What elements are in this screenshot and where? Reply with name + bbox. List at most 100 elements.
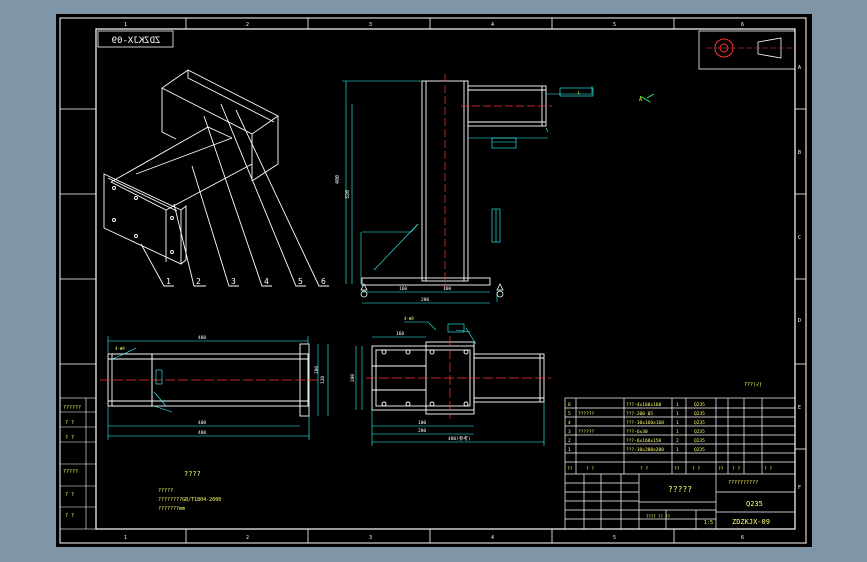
bom-row-no: 1 bbox=[568, 447, 571, 453]
left-strip-table: ?????? ? ? ? ? ????? ? ? ? ? bbox=[59, 397, 97, 530]
part-name: ????? bbox=[668, 485, 692, 494]
bom-row-mat: Q235 bbox=[694, 402, 705, 408]
strip-2: ? ? bbox=[65, 420, 74, 426]
bom-row-no: 3 bbox=[568, 429, 571, 435]
top-dim-2: 100 bbox=[418, 420, 426, 426]
border-letter-right: D bbox=[798, 318, 801, 324]
border-letter-right: E bbox=[798, 405, 801, 411]
border-number-top: 3 bbox=[369, 22, 372, 28]
side-dim-left: 320 bbox=[345, 190, 351, 199]
border-number-top: 6 bbox=[741, 22, 744, 28]
projection-symbol bbox=[698, 30, 796, 70]
bom-row-no: 5 bbox=[568, 411, 571, 417]
bom-row-spec: ???-6x30 bbox=[626, 429, 648, 435]
bom-row-name: ?????? bbox=[578, 411, 595, 417]
bom-row-qty: 1 bbox=[676, 447, 679, 453]
part-balloon: 4 bbox=[264, 277, 269, 286]
bom-header-cell: ?? bbox=[567, 466, 573, 472]
bom-header: ?? ? ? ? ??? ? ??? ? ? ? ? bbox=[567, 466, 772, 472]
bom-row-spec: ???-4x160x160 bbox=[626, 402, 662, 408]
svg-text:⊥: ⊥ bbox=[577, 90, 580, 96]
bom-row-spec: ???-6x160x150 bbox=[626, 438, 662, 444]
company: ?????????? bbox=[728, 480, 758, 486]
side-dim-bot1: 160 bbox=[399, 286, 407, 292]
border-number-bottom: 6 bbox=[741, 535, 744, 541]
top-hole-note: 4-Φ9 bbox=[404, 316, 414, 321]
border-number-bottom: 2 bbox=[246, 535, 249, 541]
front-weld-note: 4-Φ9 bbox=[115, 346, 125, 351]
border-number-bottom: 4 bbox=[491, 535, 494, 541]
part-balloon: 2 bbox=[196, 277, 201, 286]
top-dim-left: 200 bbox=[350, 374, 356, 382]
border-number-bottom: 3 bbox=[369, 535, 372, 541]
notes-line-2: ????????GB/T1804-2000 bbox=[158, 497, 221, 503]
border-number-bottom: 5 bbox=[613, 535, 616, 541]
top-view: 160 100 280 480(参考) 200 4-Φ9 bbox=[350, 316, 551, 446]
roughness-note: ???(√) bbox=[744, 382, 762, 388]
part-balloon: 6 bbox=[321, 277, 326, 286]
bom-row-qty: 1 bbox=[676, 429, 679, 435]
front-view: 480 400 480 120 200 4-Φ9 bbox=[100, 335, 329, 440]
bom-header-cell: ? ? bbox=[640, 466, 648, 472]
front-dim-inner: 400 bbox=[198, 420, 206, 426]
top-dim-1: 160 bbox=[396, 331, 404, 337]
side-view: A ⊥ 400 320 160 100 280 bbox=[335, 74, 655, 304]
top-dim-overall: 480(参考) bbox=[448, 435, 471, 442]
strip-5: ? ? bbox=[65, 492, 74, 498]
border-letter-right: F bbox=[798, 485, 801, 491]
side-dim-height: 400 bbox=[335, 175, 341, 184]
iso-balloons: 1 2 3 4 5 6 bbox=[166, 277, 326, 286]
isometric-view bbox=[103, 69, 329, 287]
part-balloon: 5 bbox=[298, 277, 303, 286]
bom-header-cell: ?? bbox=[674, 466, 680, 472]
bom-row-qty: 1 bbox=[676, 411, 679, 417]
border-letter-right: A bbox=[798, 65, 801, 71]
sheet-info: ???? ?? ?? bbox=[646, 514, 671, 519]
bom-row-mat: Q235 bbox=[694, 420, 705, 426]
border-number-top: 2 bbox=[246, 22, 249, 28]
notes-line-3: ???????mm bbox=[158, 506, 185, 512]
bom-header-cell: ? ? bbox=[764, 466, 772, 472]
drawing-number: ZDZKJX-09 bbox=[732, 518, 770, 526]
border-number-top: 5 bbox=[613, 22, 616, 28]
side-dim-bot2: 100 bbox=[443, 286, 451, 292]
bom-header-cell: ? ? bbox=[586, 466, 594, 472]
bom-row-no: 2 bbox=[568, 438, 571, 444]
notes-line-1: ????? bbox=[158, 488, 173, 494]
drawing-sheet: 123456 123456 ABCDEF ZDZKJX-09 1 2 3 4 5… bbox=[56, 14, 812, 547]
bom-row-qty: 2 bbox=[676, 438, 679, 444]
part-balloon: 3 bbox=[231, 277, 236, 286]
strip-4: ????? bbox=[63, 469, 78, 475]
bom-row-mat: Q235 bbox=[694, 429, 705, 435]
tech-notes: ???? ????? ????????GB/T1804-2000 ???????… bbox=[158, 470, 221, 512]
bom-row-qty: 1 bbox=[676, 402, 679, 408]
front-dim-top: 480 bbox=[198, 335, 206, 341]
border-letter-right: B bbox=[798, 150, 801, 156]
material: Q235 bbox=[746, 500, 763, 508]
bom-header-cell: ? ? bbox=[692, 466, 700, 472]
bom-row-spec: ???-200 05 bbox=[626, 411, 653, 417]
strip-3: ? ? bbox=[65, 435, 74, 441]
outer-frame bbox=[59, 17, 807, 544]
border-number-top: 4 bbox=[491, 22, 494, 28]
border-number-top: 1 bbox=[124, 22, 127, 28]
top-dim-3: 280 bbox=[418, 428, 426, 434]
bom-header-cell: ?? bbox=[718, 466, 724, 472]
bom-row-qty: 1 bbox=[676, 420, 679, 426]
strip-6: ? ? bbox=[65, 513, 74, 519]
bom-row-no: 4 bbox=[568, 420, 571, 426]
bom-row-mat: Q235 bbox=[694, 438, 705, 444]
bom-rows: 6 ???-4x160x160 1 Q235 5?????? ???-200 05 1 Q23… bbox=[568, 402, 705, 453]
front-dim-overall: 480 bbox=[198, 430, 206, 436]
strip-1: ?????? bbox=[63, 405, 81, 411]
bom-row-no: 6 bbox=[568, 402, 571, 408]
bom-row-spec: ???-10x200x200 bbox=[626, 447, 664, 453]
bom-row-mat: Q235 bbox=[694, 411, 705, 417]
svg-text:A: A bbox=[639, 97, 642, 103]
title-block: 6 ???-4x160x160 1 Q235 5?????? ???-200 05 1 Q23… bbox=[564, 397, 796, 530]
border-ticks bbox=[60, 18, 806, 543]
border-number-bottom: 1 bbox=[124, 535, 127, 541]
bom-row-mat: Q235 bbox=[694, 447, 705, 453]
inner-frame bbox=[95, 28, 796, 530]
mirror-drawing-number: ZDZKJX-09 bbox=[112, 36, 161, 46]
